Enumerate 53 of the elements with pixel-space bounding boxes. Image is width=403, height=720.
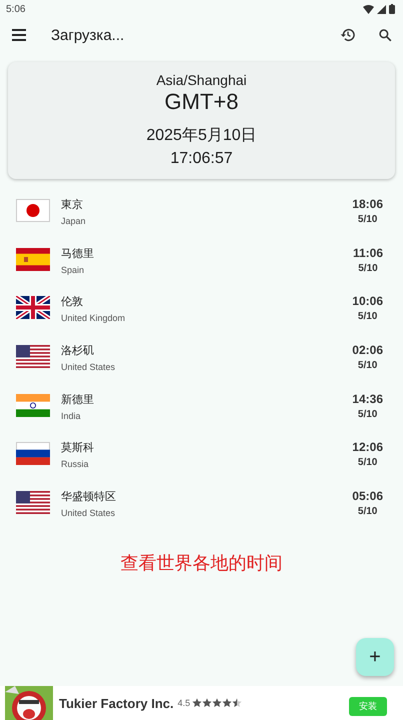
city-name: 马德里	[61, 246, 95, 261]
star-icon	[192, 698, 202, 708]
country-name: Russia	[61, 459, 90, 470]
city-date: 5/10	[358, 506, 378, 518]
current-date: 2025年5月10日	[146, 126, 257, 146]
city-time: 14:36	[352, 392, 383, 406]
city-time: 18:06	[352, 197, 383, 211]
star-icon	[222, 698, 232, 708]
city-time: 02:06	[352, 343, 383, 358]
city-time: 12:06	[352, 440, 383, 454]
add-button[interactable]: +	[356, 638, 394, 676]
city-date: 5/10	[358, 311, 378, 322]
flag-icon	[16, 394, 50, 417]
flag-icon	[16, 442, 50, 466]
star-icon	[212, 698, 222, 708]
city-time: 05:06	[352, 489, 383, 504]
city-name: 東京	[61, 198, 84, 212]
flag-icon	[16, 199, 50, 222]
country-name: Japan	[61, 216, 87, 226]
ad-title: Tukier Factory Inc.	[59, 696, 174, 710]
rating-value: 4.5	[178, 698, 190, 708]
city-name: 莫斯科	[61, 440, 95, 456]
country-name: United Kingdom	[61, 313, 126, 324]
caption-text: 查看世界各地的时间	[120, 552, 284, 575]
flag-icon	[16, 296, 50, 320]
gmt-offset: GMT+8	[164, 89, 238, 115]
country-name: United States	[61, 508, 116, 518]
flag-icon	[16, 491, 50, 514]
city-date: 5/10	[358, 408, 378, 420]
signal-icon	[377, 4, 386, 14]
flag-icon	[16, 345, 50, 368]
star-icon	[232, 698, 242, 708]
city-time: 10:06	[352, 294, 383, 308]
city-name: 新德里	[61, 392, 95, 407]
city-date: 5/10	[358, 262, 378, 274]
city-date: 5/10	[358, 457, 378, 468]
flag-icon	[16, 248, 50, 271]
wifi-icon	[363, 4, 374, 14]
app-title: Загрузка...	[51, 26, 126, 44]
city-date: 5/10	[358, 360, 378, 372]
battery-icon	[389, 4, 395, 14]
country-name: India	[61, 410, 82, 421]
city-time: 11:06	[352, 246, 383, 260]
timezone-name: Asia/Shanghai	[156, 72, 247, 88]
country-name: United States	[61, 362, 116, 372]
status-time: 5:06	[6, 4, 26, 14]
city-date: 5/10	[358, 214, 378, 225]
city-name: 华盛顿特区	[61, 490, 117, 504]
city-name: 伦敦	[61, 295, 84, 310]
country-name: Spain	[61, 264, 86, 275]
city-name: 洛杉矶	[61, 344, 95, 358]
current-time: 17:06:57	[170, 150, 233, 168]
star-icon	[202, 698, 212, 708]
